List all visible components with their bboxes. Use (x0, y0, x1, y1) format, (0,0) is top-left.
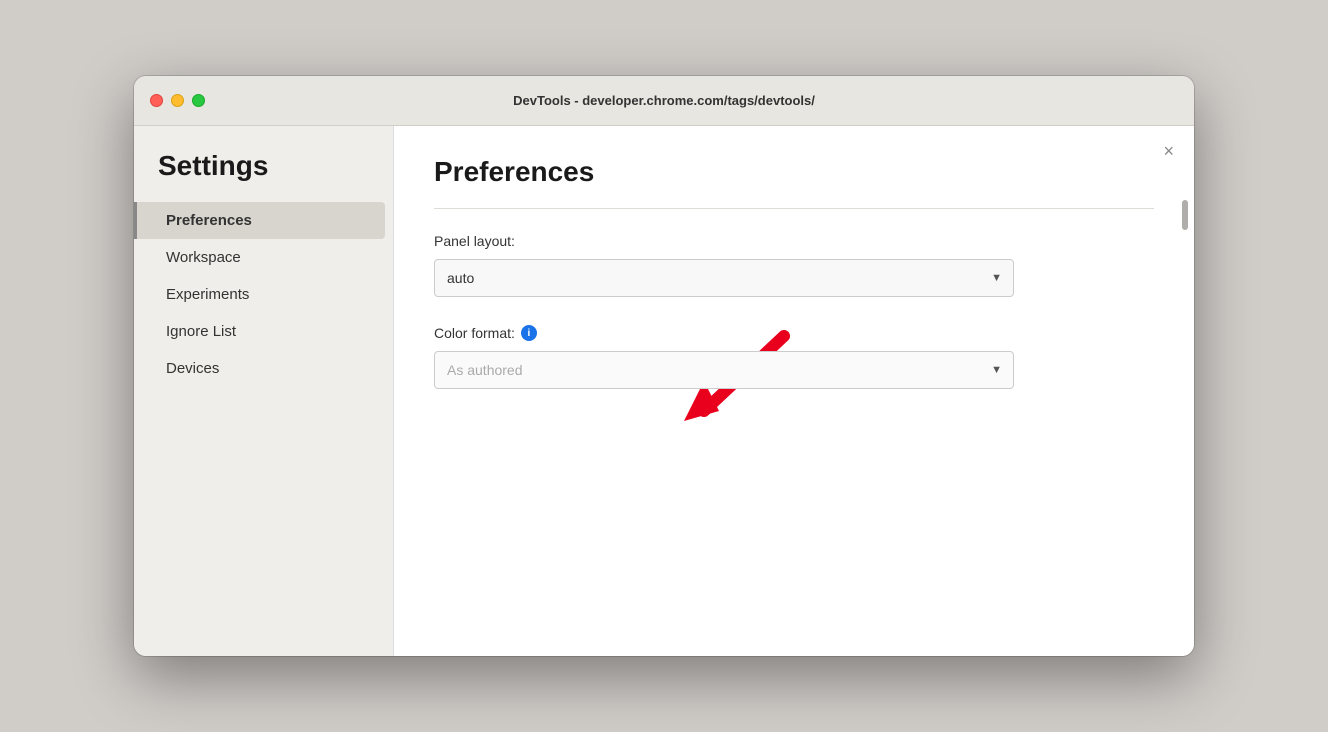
color-format-select-wrapper: As authored HEX RGB HSL (434, 351, 1014, 389)
maximize-traffic-light[interactable] (192, 94, 205, 107)
sidebar-item-ignore-list[interactable]: Ignore List (142, 313, 385, 350)
app-window: DevTools - developer.chrome.com/tags/dev… (134, 76, 1194, 656)
color-format-select[interactable]: As authored HEX RGB HSL (434, 351, 1014, 389)
sidebar-item-preferences[interactable]: Preferences (134, 202, 385, 239)
titlebar: DevTools - developer.chrome.com/tags/dev… (134, 76, 1194, 126)
window-title: DevTools - developer.chrome.com/tags/dev… (513, 93, 815, 108)
sidebar-item-experiments[interactable]: Experiments (142, 276, 385, 313)
color-format-info-icon[interactable]: i (521, 325, 537, 341)
close-button[interactable]: × (1163, 142, 1174, 160)
sidebar-item-devices[interactable]: Devices (142, 350, 385, 387)
section-divider (434, 208, 1154, 209)
sidebar-item-workspace[interactable]: Workspace (142, 239, 385, 276)
main-title: Preferences (434, 156, 1154, 188)
scrollbar-thumb[interactable] (1182, 200, 1188, 230)
panel-layout-group: Panel layout: auto horizontal vertical (434, 233, 1154, 297)
scrollbar-track (1182, 196, 1188, 646)
minimize-traffic-light[interactable] (171, 94, 184, 107)
color-format-group: Color format: i (434, 325, 1154, 389)
close-traffic-light[interactable] (150, 94, 163, 107)
window-wrapper: DevTools - developer.chrome.com/tags/dev… (114, 56, 1214, 676)
panel-layout-select[interactable]: auto horizontal vertical (434, 259, 1014, 297)
sidebar: Settings Preferences Workspace Experimen… (134, 126, 394, 656)
window-content: Settings Preferences Workspace Experimen… (134, 126, 1194, 656)
color-format-label: Color format: i (434, 325, 1154, 341)
traffic-lights (150, 94, 205, 107)
panel-layout-label: Panel layout: (434, 233, 1154, 249)
panel-layout-select-wrapper: auto horizontal vertical (434, 259, 1014, 297)
sidebar-title: Settings (134, 150, 393, 202)
sidebar-nav: Preferences Workspace Experiments Ignore… (134, 202, 393, 387)
main-content: × Preferences Panel layout: auto horizon… (394, 126, 1194, 656)
